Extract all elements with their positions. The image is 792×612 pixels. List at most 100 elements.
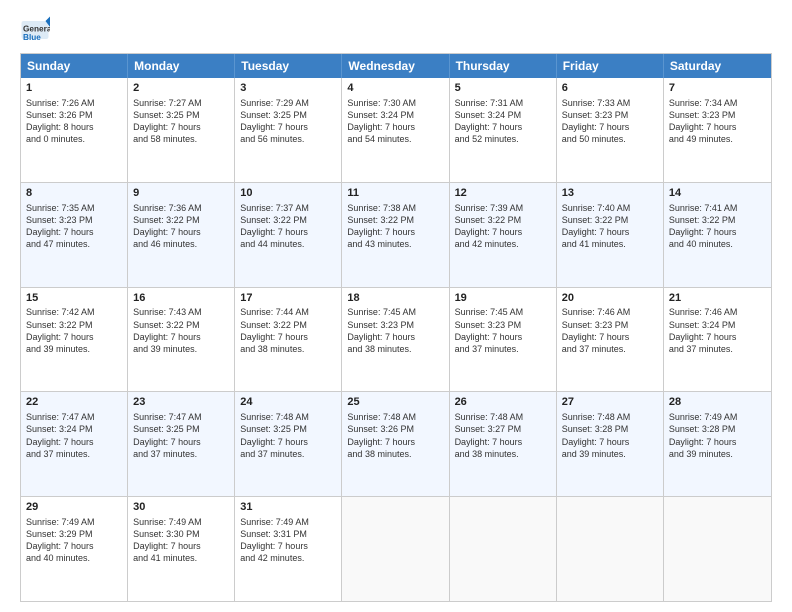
day-info-line: Daylight: 7 hours: [240, 226, 336, 238]
day-info-line: Daylight: 7 hours: [562, 436, 658, 448]
day-info-line: Daylight: 7 hours: [347, 226, 443, 238]
day-info-line: Daylight: 7 hours: [26, 331, 122, 343]
day-info-line: and 37 minutes.: [26, 448, 122, 460]
day-info-line: Sunset: 3:23 PM: [455, 319, 551, 331]
day-info-line: Daylight: 7 hours: [26, 226, 122, 238]
day-info-line: and 37 minutes.: [133, 448, 229, 460]
logo: General Blue: [20, 15, 52, 45]
day-number: 23: [133, 395, 229, 410]
day-info-line: and 41 minutes.: [562, 238, 658, 250]
day-info-line: and 38 minutes.: [347, 343, 443, 355]
day-info-line: and 38 minutes.: [347, 448, 443, 460]
day-info-line: Sunrise: 7:49 AM: [133, 516, 229, 528]
day-number: 3: [240, 81, 336, 96]
day-number: 31: [240, 500, 336, 515]
day-info-line: Sunrise: 7:47 AM: [133, 411, 229, 423]
calendar-body: 1Sunrise: 7:26 AMSunset: 3:26 PMDaylight…: [21, 78, 771, 601]
day-info-line: Daylight: 7 hours: [455, 331, 551, 343]
day-info-line: Daylight: 8 hours: [26, 121, 122, 133]
day-info-line: Sunset: 3:25 PM: [133, 423, 229, 435]
day-info-line: Sunset: 3:29 PM: [26, 528, 122, 540]
calendar-cell: 2Sunrise: 7:27 AMSunset: 3:25 PMDaylight…: [128, 78, 235, 182]
day-info-line: and 58 minutes.: [133, 133, 229, 145]
day-info-line: and 43 minutes.: [347, 238, 443, 250]
day-info-line: Sunset: 3:22 PM: [562, 214, 658, 226]
day-info-line: Daylight: 7 hours: [347, 121, 443, 133]
header: General Blue: [20, 15, 772, 45]
day-info-line: and 42 minutes.: [240, 552, 336, 564]
calendar-cell: [342, 497, 449, 601]
calendar-cell: 9Sunrise: 7:36 AMSunset: 3:22 PMDaylight…: [128, 183, 235, 287]
header-day-wednesday: Wednesday: [342, 54, 449, 78]
day-info-line: Sunrise: 7:29 AM: [240, 97, 336, 109]
day-info-line: Sunset: 3:24 PM: [455, 109, 551, 121]
calendar-cell: 24Sunrise: 7:48 AMSunset: 3:25 PMDayligh…: [235, 392, 342, 496]
day-info-line: and 42 minutes.: [455, 238, 551, 250]
day-info-line: Sunset: 3:25 PM: [240, 423, 336, 435]
day-info-line: and 37 minutes.: [455, 343, 551, 355]
day-info-line: and 46 minutes.: [133, 238, 229, 250]
calendar: SundayMondayTuesdayWednesdayThursdayFrid…: [20, 53, 772, 602]
calendar-cell: 10Sunrise: 7:37 AMSunset: 3:22 PMDayligh…: [235, 183, 342, 287]
day-info-line: Sunrise: 7:46 AM: [669, 306, 766, 318]
day-info-line: Daylight: 7 hours: [240, 540, 336, 552]
header-day-tuesday: Tuesday: [235, 54, 342, 78]
day-info-line: Sunrise: 7:43 AM: [133, 306, 229, 318]
day-info-line: Sunrise: 7:38 AM: [347, 202, 443, 214]
page: General Blue SundayMondayTuesdayWednesda…: [0, 0, 792, 612]
day-number: 6: [562, 81, 658, 96]
day-info-line: and 49 minutes.: [669, 133, 766, 145]
day-info-line: and 38 minutes.: [455, 448, 551, 460]
day-info-line: and 37 minutes.: [669, 343, 766, 355]
day-info-line: and 0 minutes.: [26, 133, 122, 145]
day-info-line: and 54 minutes.: [347, 133, 443, 145]
header-day-friday: Friday: [557, 54, 664, 78]
calendar-cell: [664, 497, 771, 601]
day-info-line: and 37 minutes.: [240, 448, 336, 460]
day-number: 24: [240, 395, 336, 410]
day-info-line: Sunrise: 7:33 AM: [562, 97, 658, 109]
day-info-line: and 39 minutes.: [562, 448, 658, 460]
day-info-line: Sunrise: 7:27 AM: [133, 97, 229, 109]
day-number: 1: [26, 81, 122, 96]
day-info-line: Sunset: 3:22 PM: [240, 319, 336, 331]
day-info-line: Sunset: 3:28 PM: [562, 423, 658, 435]
day-number: 13: [562, 186, 658, 201]
day-number: 14: [669, 186, 766, 201]
calendar-cell: 18Sunrise: 7:45 AMSunset: 3:23 PMDayligh…: [342, 288, 449, 392]
day-number: 26: [455, 395, 551, 410]
calendar-cell: [557, 497, 664, 601]
calendar-cell: 13Sunrise: 7:40 AMSunset: 3:22 PMDayligh…: [557, 183, 664, 287]
day-info-line: Sunset: 3:22 PM: [455, 214, 551, 226]
day-info-line: Sunrise: 7:45 AM: [347, 306, 443, 318]
calendar-cell: 7Sunrise: 7:34 AMSunset: 3:23 PMDaylight…: [664, 78, 771, 182]
day-info-line: Sunrise: 7:49 AM: [26, 516, 122, 528]
calendar-cell: 15Sunrise: 7:42 AMSunset: 3:22 PMDayligh…: [21, 288, 128, 392]
day-info-line: Sunset: 3:31 PM: [240, 528, 336, 540]
header-day-saturday: Saturday: [664, 54, 771, 78]
day-info-line: Sunrise: 7:48 AM: [240, 411, 336, 423]
calendar-cell: 1Sunrise: 7:26 AMSunset: 3:26 PMDaylight…: [21, 78, 128, 182]
day-info-line: Sunset: 3:22 PM: [133, 214, 229, 226]
day-info-line: Sunset: 3:26 PM: [347, 423, 443, 435]
calendar-cell: 23Sunrise: 7:47 AMSunset: 3:25 PMDayligh…: [128, 392, 235, 496]
day-info-line: Daylight: 7 hours: [562, 121, 658, 133]
day-info-line: Sunset: 3:30 PM: [133, 528, 229, 540]
day-info-line: Daylight: 7 hours: [669, 331, 766, 343]
day-info-line: Sunrise: 7:39 AM: [455, 202, 551, 214]
day-info-line: Sunrise: 7:40 AM: [562, 202, 658, 214]
day-info-line: Daylight: 7 hours: [669, 226, 766, 238]
calendar-cell: 6Sunrise: 7:33 AMSunset: 3:23 PMDaylight…: [557, 78, 664, 182]
day-number: 29: [26, 500, 122, 515]
day-info-line: Daylight: 7 hours: [240, 436, 336, 448]
day-number: 11: [347, 186, 443, 201]
day-info-line: Sunset: 3:22 PM: [240, 214, 336, 226]
day-info-line: Daylight: 7 hours: [562, 226, 658, 238]
day-info-line: Sunrise: 7:42 AM: [26, 306, 122, 318]
day-info-line: Daylight: 7 hours: [347, 436, 443, 448]
day-info-line: Sunset: 3:26 PM: [26, 109, 122, 121]
day-info-line: Daylight: 7 hours: [455, 226, 551, 238]
day-info-line: Sunrise: 7:48 AM: [562, 411, 658, 423]
day-number: 30: [133, 500, 229, 515]
calendar-row-4: 22Sunrise: 7:47 AMSunset: 3:24 PMDayligh…: [21, 391, 771, 496]
